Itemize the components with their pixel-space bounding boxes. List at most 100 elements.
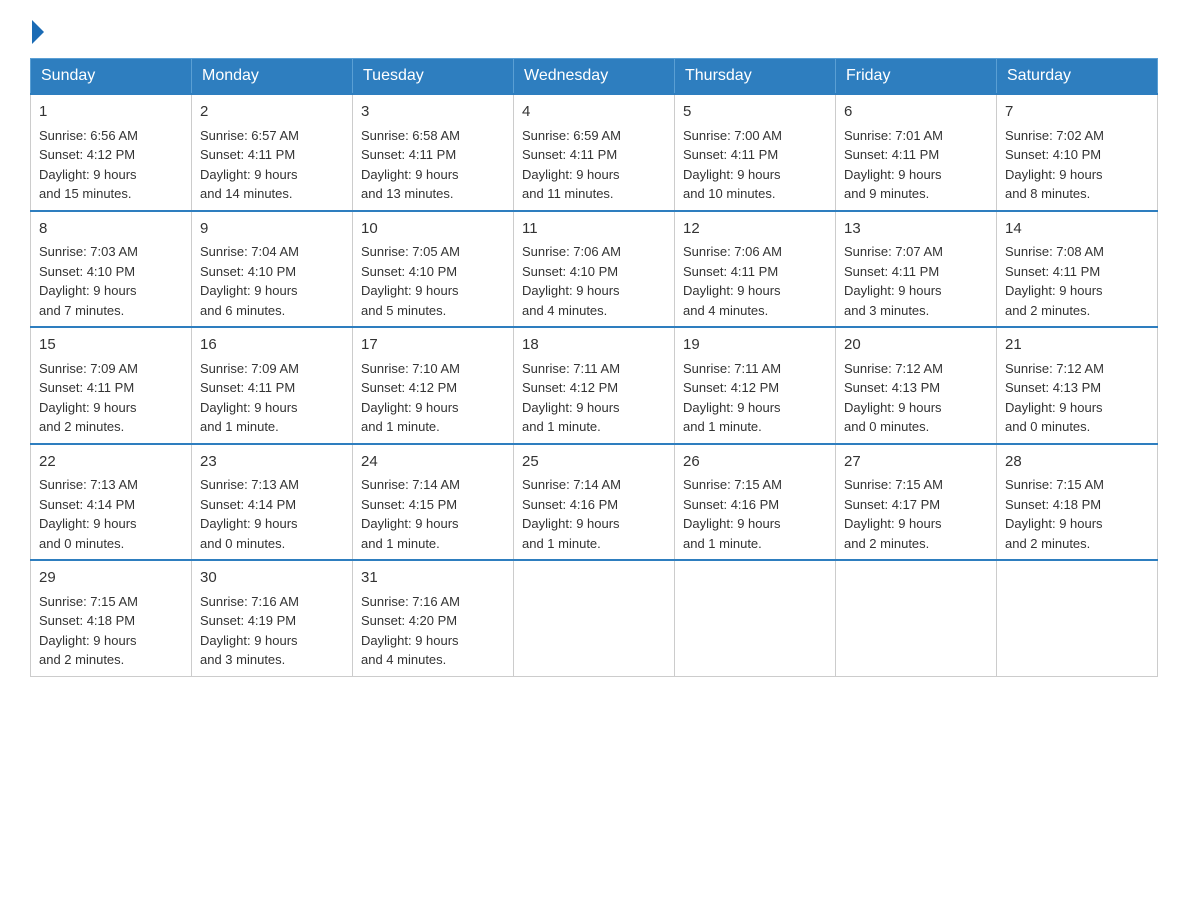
day-info: Sunrise: 7:06 AMSunset: 4:11 PMDaylight:…: [683, 244, 782, 318]
day-info: Sunrise: 7:05 AMSunset: 4:10 PMDaylight:…: [361, 244, 460, 318]
calendar-cell: [675, 560, 836, 676]
day-info: Sunrise: 7:13 AMSunset: 4:14 PMDaylight:…: [39, 477, 138, 551]
day-number: 31: [361, 567, 505, 590]
day-number: 17: [361, 334, 505, 357]
calendar-cell: 27 Sunrise: 7:15 AMSunset: 4:17 PMDayligh…: [836, 444, 997, 561]
day-number: 13: [844, 218, 988, 241]
day-info: Sunrise: 7:03 AMSunset: 4:10 PMDaylight:…: [39, 244, 138, 318]
day-number: 21: [1005, 334, 1149, 357]
calendar-cell: 5 Sunrise: 7:00 AMSunset: 4:11 PMDaylight…: [675, 94, 836, 211]
day-info: Sunrise: 7:15 AMSunset: 4:18 PMDaylight:…: [1005, 477, 1104, 551]
calendar-table: SundayMondayTuesdayWednesdayThursdayFrid…: [30, 58, 1158, 677]
day-number: 22: [39, 451, 183, 474]
calendar-cell: 9 Sunrise: 7:04 AMSunset: 4:10 PMDaylight…: [192, 211, 353, 328]
calendar-cell: [997, 560, 1158, 676]
calendar-cell: 20 Sunrise: 7:12 AMSunset: 4:13 PMDayligh…: [836, 327, 997, 444]
calendar-cell: [514, 560, 675, 676]
calendar-cell: 28 Sunrise: 7:15 AMSunset: 4:18 PMDayligh…: [997, 444, 1158, 561]
day-info: Sunrise: 7:07 AMSunset: 4:11 PMDaylight:…: [844, 244, 943, 318]
day-number: 16: [200, 334, 344, 357]
day-info: Sunrise: 7:11 AMSunset: 4:12 PMDaylight:…: [683, 361, 781, 435]
calendar-cell: 2Sunrise: 6:57 AMSunset: 4:11 PMDaylight…: [192, 94, 353, 211]
calendar-cell: 29 Sunrise: 7:15 AMSunset: 4:18 PMDayligh…: [31, 560, 192, 676]
calendar-cell: 13 Sunrise: 7:07 AMSunset: 4:11 PMDayligh…: [836, 211, 997, 328]
calendar-cell: 19 Sunrise: 7:11 AMSunset: 4:12 PMDayligh…: [675, 327, 836, 444]
weekday-header-sunday: Sunday: [31, 59, 192, 95]
calendar-cell: 10Sunrise: 7:05 AMSunset: 4:10 PMDayligh…: [353, 211, 514, 328]
calendar-cell: 26 Sunrise: 7:15 AMSunset: 4:16 PMDayligh…: [675, 444, 836, 561]
day-number: 27: [844, 451, 988, 474]
day-number: 7: [1005, 101, 1149, 124]
day-info: Sunrise: 6:58 AMSunset: 4:11 PMDaylight:…: [361, 128, 460, 202]
day-number: 28: [1005, 451, 1149, 474]
weekday-header-thursday: Thursday: [675, 59, 836, 95]
week-row-5: 29 Sunrise: 7:15 AMSunset: 4:18 PMDayligh…: [31, 560, 1158, 676]
day-info: Sunrise: 7:09 AMSunset: 4:11 PMDaylight:…: [39, 361, 138, 435]
calendar-cell: 16 Sunrise: 7:09 AMSunset: 4:11 PMDayligh…: [192, 327, 353, 444]
weekday-header-wednesday: Wednesday: [514, 59, 675, 95]
day-number: 14: [1005, 218, 1149, 241]
day-info: Sunrise: 7:14 AMSunset: 4:16 PMDaylight:…: [522, 477, 621, 551]
day-info: Sunrise: 7:14 AMSunset: 4:15 PMDaylight:…: [361, 477, 460, 551]
day-info: Sunrise: 7:12 AMSunset: 4:13 PMDaylight:…: [1005, 361, 1104, 435]
week-row-3: 15 Sunrise: 7:09 AMSunset: 4:11 PMDayligh…: [31, 327, 1158, 444]
logo: [30, 20, 46, 40]
day-number: 25: [522, 451, 666, 474]
day-info: Sunrise: 7:11 AMSunset: 4:12 PMDaylight:…: [522, 361, 620, 435]
day-number: 15: [39, 334, 183, 357]
day-info: Sunrise: 7:15 AMSunset: 4:17 PMDaylight:…: [844, 477, 943, 551]
day-info: Sunrise: 7:10 AMSunset: 4:12 PMDaylight:…: [361, 361, 460, 435]
calendar-cell: 6 Sunrise: 7:01 AMSunset: 4:11 PMDaylight…: [836, 94, 997, 211]
day-number: 12: [683, 218, 827, 241]
calendar-cell: 21 Sunrise: 7:12 AMSunset: 4:13 PMDayligh…: [997, 327, 1158, 444]
day-info: Sunrise: 6:57 AMSunset: 4:11 PMDaylight:…: [200, 128, 299, 202]
day-info: Sunrise: 7:12 AMSunset: 4:13 PMDaylight:…: [844, 361, 943, 435]
day-number: 18: [522, 334, 666, 357]
day-number: 26: [683, 451, 827, 474]
calendar-cell: 4Sunrise: 6:59 AMSunset: 4:11 PMDaylight…: [514, 94, 675, 211]
day-info: Sunrise: 7:00 AMSunset: 4:11 PMDaylight:…: [683, 128, 782, 202]
calendar-cell: 23 Sunrise: 7:13 AMSunset: 4:14 PMDayligh…: [192, 444, 353, 561]
day-number: 9: [200, 218, 344, 241]
day-info: Sunrise: 7:02 AMSunset: 4:10 PMDaylight:…: [1005, 128, 1104, 202]
calendar-cell: 18 Sunrise: 7:11 AMSunset: 4:12 PMDayligh…: [514, 327, 675, 444]
day-number: 5: [683, 101, 827, 124]
calendar-cell: 14 Sunrise: 7:08 AMSunset: 4:11 PMDayligh…: [997, 211, 1158, 328]
calendar-cell: 31 Sunrise: 7:16 AMSunset: 4:20 PMDayligh…: [353, 560, 514, 676]
page-header: [30, 20, 1158, 40]
day-info: Sunrise: 7:04 AMSunset: 4:10 PMDaylight:…: [200, 244, 299, 318]
calendar-cell: 12 Sunrise: 7:06 AMSunset: 4:11 PMDayligh…: [675, 211, 836, 328]
day-number: 24: [361, 451, 505, 474]
day-info: Sunrise: 7:08 AMSunset: 4:11 PMDaylight:…: [1005, 244, 1104, 318]
day-number: 20: [844, 334, 988, 357]
calendar-cell: 8 Sunrise: 7:03 AMSunset: 4:10 PMDaylight…: [31, 211, 192, 328]
day-number: 8: [39, 218, 183, 241]
week-row-1: 1 Sunrise: 6:56 AMSunset: 4:12 PMDaylight…: [31, 94, 1158, 211]
day-number: 1: [39, 101, 183, 124]
weekday-header-friday: Friday: [836, 59, 997, 95]
day-info: Sunrise: 7:01 AMSunset: 4:11 PMDaylight:…: [844, 128, 943, 202]
week-row-2: 8 Sunrise: 7:03 AMSunset: 4:10 PMDaylight…: [31, 211, 1158, 328]
logo-arrow-icon: [32, 20, 44, 44]
day-info: Sunrise: 6:59 AMSunset: 4:11 PMDaylight:…: [522, 128, 621, 202]
day-info: Sunrise: 7:15 AMSunset: 4:18 PMDaylight:…: [39, 594, 138, 668]
day-info: Sunrise: 6:56 AMSunset: 4:12 PMDaylight:…: [39, 128, 138, 202]
weekday-header-saturday: Saturday: [997, 59, 1158, 95]
calendar-cell: 7 Sunrise: 7:02 AMSunset: 4:10 PMDaylight…: [997, 94, 1158, 211]
calendar-cell: 15 Sunrise: 7:09 AMSunset: 4:11 PMDayligh…: [31, 327, 192, 444]
day-info: Sunrise: 7:13 AMSunset: 4:14 PMDaylight:…: [200, 477, 299, 551]
calendar-cell: 25 Sunrise: 7:14 AMSunset: 4:16 PMDayligh…: [514, 444, 675, 561]
calendar-cell: 17 Sunrise: 7:10 AMSunset: 4:12 PMDayligh…: [353, 327, 514, 444]
day-number: 19: [683, 334, 827, 357]
day-info: Sunrise: 7:15 AMSunset: 4:16 PMDaylight:…: [683, 477, 782, 551]
day-number: 3: [361, 101, 505, 124]
day-number: 23: [200, 451, 344, 474]
calendar-cell: 11 Sunrise: 7:06 AMSunset: 4:10 PMDayligh…: [514, 211, 675, 328]
day-info: Sunrise: 7:16 AMSunset: 4:20 PMDaylight:…: [361, 594, 460, 668]
day-number: 11: [522, 218, 666, 241]
day-info: Sunrise: 7:09 AMSunset: 4:11 PMDaylight:…: [200, 361, 299, 435]
day-number: 29: [39, 567, 183, 590]
calendar-cell: 30Sunrise: 7:16 AMSunset: 4:19 PMDayligh…: [192, 560, 353, 676]
day-info: Sunrise: 7:06 AMSunset: 4:10 PMDaylight:…: [522, 244, 621, 318]
day-number: 6: [844, 101, 988, 124]
